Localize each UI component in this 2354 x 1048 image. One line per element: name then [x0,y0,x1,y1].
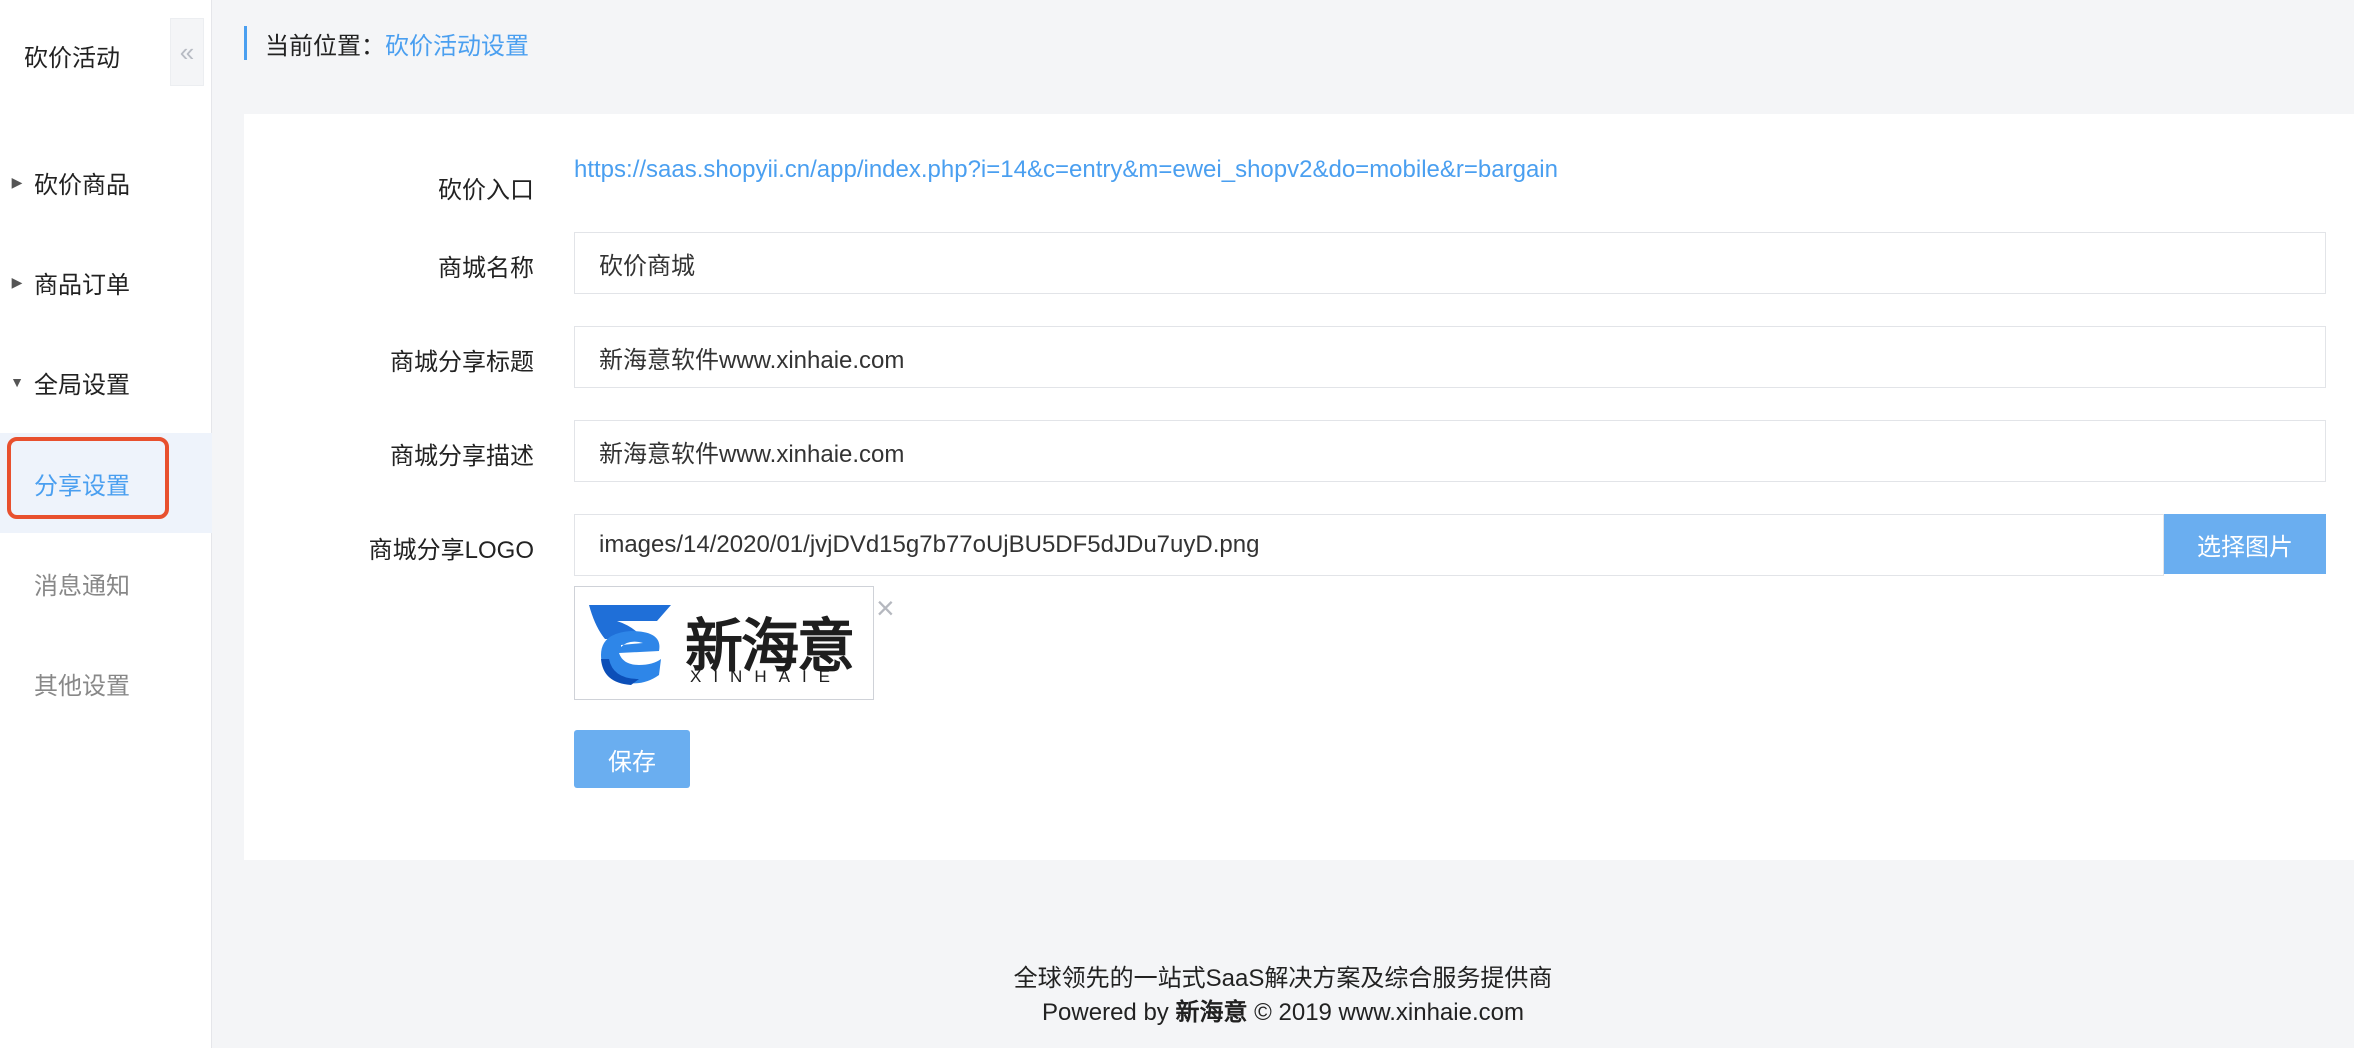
sidebar-group-bargain-goods[interactable]: ▶ 砍价商品 [0,152,212,212]
select-image-button[interactable]: 选择图片 [2164,514,2326,574]
sidebar-item-notifications[interactable]: 消息通知 [0,533,212,633]
footer-powered-by: Powered by [1042,999,1169,1026]
share-logo-label: 商城分享LOGO [368,537,534,564]
shop-name-label: 商城名称 [438,255,534,282]
sidebar-item-label: 消息通知 [34,572,130,600]
sidebar: 砍价活动 « ▶ 砍价商品 ▶ 商品订单 ▼ 全局设置 分享设置 消息通知 其他… [0,0,212,1048]
share-logo-path-input[interactable] [574,514,2164,576]
breadcrumb: 当前位置： 砍价活动设置 [244,26,529,60]
shop-name-input[interactable] [574,232,2326,294]
collapse-sidebar-button[interactable]: « [170,18,204,86]
sidebar-group-orders[interactable]: ▶ 商品订单 [0,252,212,312]
footer-tagline: 全球领先的一站式SaaS解决方案及综合服务提供商 [1013,965,1553,992]
footer-copyright: © 2019 www.xinhaie.com [1254,999,1524,1026]
remove-image-icon[interactable]: × [876,592,895,624]
footer-copyright-line: Powered by 新海意 © 2019 www.xinhaie.com [212,996,2354,1030]
share-title-input[interactable] [574,326,2326,388]
active-item-highlight [7,437,169,519]
bargain-entry-link[interactable]: https://saas.shopyii.cn/app/index.php?i=… [574,156,1558,184]
caret-right-icon: ▶ [11,273,23,290]
breadcrumb-prefix: 当前位置： [265,32,385,60]
brand-logo-icon [589,605,671,685]
logo-brand-latin: XINHAIE [690,667,843,686]
sidebar-item-other-settings[interactable]: 其他设置 [0,633,212,733]
share-desc-label: 商城分享描述 [390,443,534,470]
footer-brand: 新海意 [1175,999,1248,1026]
sidebar-group-label: 商品订单 [34,271,130,299]
footer: 全球领先的一站式SaaS解决方案及综合服务提供商 Powered by 新海意 … [212,962,2354,1030]
sidebar-group-label: 砍价商品 [34,171,130,199]
share-title-label: 商城分享标题 [390,349,534,376]
breadcrumb-current[interactable]: 砍价活动设置 [385,26,529,61]
logo-preview: 新海意 XINHAIE [574,586,874,700]
sidebar-group-label: 全局设置 [34,371,130,399]
caret-down-icon: ▼ [10,374,24,390]
double-chevron-left-icon: « [179,36,195,67]
share-desc-input[interactable] [574,420,2326,482]
sidebar-title: 砍价活动 [24,45,120,72]
sidebar-item-label: 其他设置 [34,672,130,700]
entry-label: 砍价入口 [438,177,534,204]
save-button[interactable]: 保存 [574,730,690,788]
settings-form-panel: 砍价入口 https://saas.shopyii.cn/app/index.p… [244,114,2354,860]
caret-right-icon: ▶ [11,173,23,190]
sidebar-group-global-settings[interactable]: ▼ 全局设置 [0,352,212,412]
